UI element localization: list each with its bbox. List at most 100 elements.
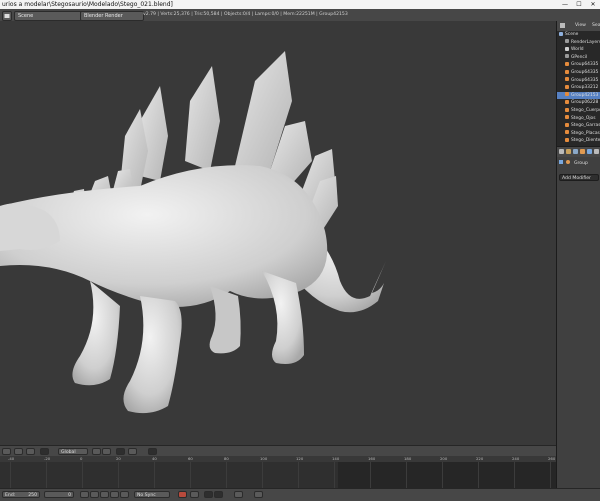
timeline-grid-line	[514, 462, 515, 488]
outliner-item-icon	[565, 122, 569, 127]
outliner-item-icon	[565, 39, 569, 44]
object-icon	[566, 160, 571, 164]
outliner-item[interactable]: Group42153	[557, 91, 600, 99]
timeline-grid-line	[442, 462, 443, 488]
end-frame-field[interactable]: End: 250	[2, 491, 40, 498]
timeline-grid-line	[46, 462, 47, 488]
outliner-item-icon	[565, 107, 569, 112]
outliner-item[interactable]: Stego_Dientes	[557, 137, 600, 144]
timeline-grid-line	[550, 462, 551, 488]
outliner-item-label: Group64335	[571, 62, 599, 68]
outliner-item-icon	[565, 130, 569, 135]
end-frame-label: End:	[5, 493, 16, 498]
snap-icon[interactable]	[116, 448, 125, 455]
outliner-search-menu[interactable]: Search	[592, 22, 600, 30]
outliner-item-label: Group06228	[571, 100, 599, 106]
sync-mode-selector[interactable]: No Sync	[134, 491, 170, 498]
timeline-grid-line	[334, 462, 335, 488]
outliner-editor-icon[interactable]	[560, 23, 565, 28]
record-icon[interactable]	[178, 491, 187, 498]
3d-viewport[interactable]	[0, 21, 556, 445]
proportional-edit-icon[interactable]	[128, 448, 137, 455]
outliner-item[interactable]: Stego_Cuerpo	[557, 107, 600, 114]
view-menu-button[interactable]	[14, 448, 23, 455]
outliner-item[interactable]: Stego_Ojos	[557, 115, 600, 122]
outliner-item-icon	[565, 46, 569, 51]
scene-icon	[4, 14, 10, 18]
outliner-item-icon	[565, 61, 569, 66]
orientation-selector[interactable]: Global	[58, 448, 88, 455]
outliner-item[interactable]: World	[557, 46, 600, 53]
outliner-view-menu[interactable]: View	[575, 22, 586, 30]
outliner-item-label: Group64335	[571, 77, 599, 83]
jump-start-button[interactable]	[80, 491, 89, 498]
render-preview-icon[interactable]	[148, 448, 157, 455]
end-frame-value: 250	[28, 493, 37, 498]
prev-keyframe-button[interactable]	[90, 491, 99, 498]
outliner-item[interactable]: Stego_Garras	[557, 122, 600, 129]
outliner-item[interactable]: GPencil	[557, 54, 600, 61]
delete-keyframe-icon[interactable]	[214, 491, 223, 498]
scene-icon-button[interactable]	[2, 11, 12, 21]
outliner-item[interactable]: Group06228	[557, 99, 600, 106]
outliner-item-icon	[565, 69, 569, 74]
render-engine-name: Blender Render	[84, 13, 123, 19]
object-name-row[interactable]: Group	[559, 160, 588, 168]
outliner-item[interactable]: Group64335	[557, 69, 600, 76]
outliner-header: View Search	[557, 21, 600, 31]
modifier-tab-icon[interactable]	[587, 149, 592, 154]
timeline-grid-line	[370, 462, 371, 488]
next-keyframe-button[interactable]	[120, 491, 129, 498]
play-reverse-button[interactable]	[100, 491, 109, 498]
outliner-item-label: Scene	[565, 32, 579, 37]
material-tab-icon[interactable]	[594, 149, 599, 154]
outliner-item[interactable]: RenderLayers	[557, 39, 600, 46]
timeline-grid-line	[82, 462, 83, 488]
select-menu-button[interactable]	[26, 448, 35, 455]
timeline-grid-line	[154, 462, 155, 488]
render-tab-icon[interactable]	[559, 149, 564, 154]
minimize-button[interactable]: —	[558, 0, 572, 9]
outliner-item[interactable]: Group64335	[557, 77, 600, 84]
timeline-grid-line	[118, 462, 119, 488]
outliner-item[interactable]: Group33212	[557, 84, 600, 91]
outliner-item[interactable]: Scene	[557, 31, 600, 38]
timeline[interactable]: -40 -20 0 20 40 60 80 100 120 140 160 180 200 220 240 2…	[0, 456, 556, 488]
close-button[interactable]: ✕	[586, 0, 600, 9]
layer-button-2[interactable]	[102, 448, 111, 455]
outliner-item-icon	[565, 99, 569, 104]
outliner-item-icon	[565, 92, 569, 97]
outliner-item-icon	[565, 137, 569, 142]
object-name: Group	[573, 161, 588, 166]
timeline-grid-line	[298, 462, 299, 488]
outliner-item-label: Stego_Cuerpo	[571, 108, 600, 113]
audio-scrub-button[interactable]	[234, 491, 243, 498]
outliner-item-label: Stego_Placas	[571, 130, 600, 136]
world-tab-icon[interactable]	[573, 149, 578, 154]
object-tab-icon[interactable]	[580, 149, 585, 154]
maximize-button[interactable]: ☐	[572, 0, 586, 9]
pivot-icon[interactable]	[40, 448, 49, 455]
outliner-item-label: Group33212	[571, 85, 599, 91]
outliner-item[interactable]: Group64335	[557, 61, 600, 68]
outliner-item[interactable]: Stego_Placas	[557, 130, 600, 137]
current-frame-field[interactable]: 0	[44, 491, 74, 498]
insert-keyframe-icon[interactable]	[204, 491, 213, 498]
timeline-grid-line	[10, 462, 11, 488]
add-modifier-button[interactable]: Add Modifier	[559, 174, 599, 181]
keyframe-type-button[interactable]	[254, 491, 263, 498]
window-title: urios a modelar\Stegosaurio\Modelado\Ste…	[2, 1, 173, 8]
timeline-grid-line	[406, 462, 407, 488]
orientation-value: Global	[61, 450, 76, 455]
outliner-panel[interactable]: View Search Scene RenderLayers WorldGPenci…	[556, 21, 600, 146]
outliner-item-label: Group42153	[571, 92, 599, 98]
outliner-item-label: Stego_Dientes	[571, 138, 600, 144]
timeline-header: End: 250 0 No Sync	[0, 488, 600, 501]
scene-selector[interactable]: Scene	[14, 11, 82, 21]
editor-type-button[interactable]	[2, 448, 11, 455]
play-button[interactable]	[110, 491, 119, 498]
render-engine-selector[interactable]: Blender Render	[80, 11, 144, 21]
keying-set-button[interactable]	[190, 491, 199, 498]
layer-button-1[interactable]	[92, 448, 101, 455]
scene-tab-icon[interactable]	[566, 149, 571, 154]
